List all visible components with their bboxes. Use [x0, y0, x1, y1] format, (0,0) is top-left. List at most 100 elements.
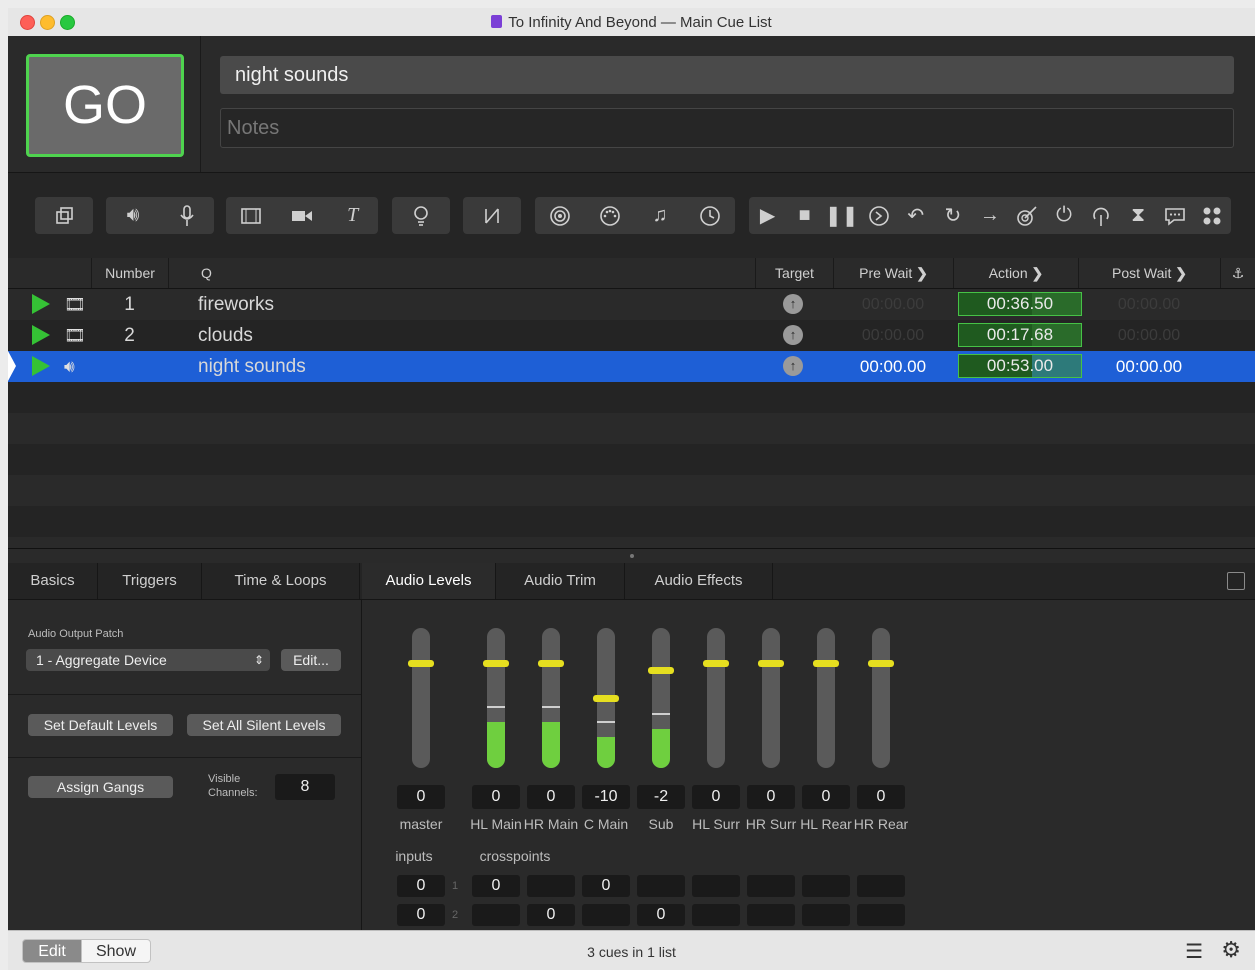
header-action[interactable]: Action ❯	[953, 258, 1078, 288]
arm-cue-icon[interactable]: ⏻	[1046, 197, 1082, 234]
level-value-field[interactable]: 0	[397, 785, 445, 809]
fader-knob[interactable]	[758, 660, 784, 667]
audio-output-patch-select[interactable]: 1 - Aggregate Device ⇕	[26, 649, 270, 671]
crosspoint-cell[interactable]: 0	[472, 875, 520, 897]
split-handle[interactable]	[630, 554, 634, 558]
fader-knob[interactable]	[813, 660, 839, 667]
tab-audio-trim[interactable]: Audio Trim	[496, 563, 625, 599]
fader-knob[interactable]	[483, 660, 509, 667]
midi-cue-icon[interactable]	[590, 197, 630, 234]
fade-cue-icon[interactable]	[540, 197, 580, 234]
camera-cue-icon[interactable]	[282, 197, 322, 234]
level-value-field[interactable]: 0	[802, 785, 850, 809]
action-time[interactable]: 00:36.50	[958, 292, 1082, 316]
visible-channels-field[interactable]: 8	[275, 774, 335, 800]
group-cue-icon[interactable]	[44, 197, 84, 234]
crosspoint-cell[interactable]	[527, 875, 575, 897]
tab-basics[interactable]: Basics	[8, 563, 98, 599]
start-cue-icon[interactable]: ▶	[750, 197, 786, 234]
level-value-field[interactable]: 0	[472, 785, 520, 809]
gear-icon[interactable]: ⚙	[1221, 937, 1241, 963]
popout-icon[interactable]	[1227, 572, 1245, 590]
crosspoint-cell[interactable]	[747, 875, 795, 897]
level-value-field[interactable]: -10	[582, 785, 630, 809]
fader-knob[interactable]	[538, 660, 564, 667]
set-all-silent-levels-button[interactable]: Set All Silent Levels	[187, 714, 341, 736]
cue-row[interactable]: 🎞︎ 2 clouds ↑ 00:00.00 00:17.68 00:00.00	[8, 320, 1255, 351]
text-cue-icon[interactable]: T	[333, 197, 373, 234]
pause-cue-icon[interactable]: ❚❚	[824, 197, 860, 234]
post-wait[interactable]: 00:00.00	[1078, 351, 1220, 382]
target-cue-icon[interactable]	[1009, 197, 1045, 234]
crosspoint-cell[interactable]	[802, 875, 850, 897]
header-q[interactable]: Q	[168, 258, 755, 288]
mic-cue-icon[interactable]	[167, 197, 207, 234]
header-target[interactable]: Target	[755, 258, 833, 288]
tab-audio-levels[interactable]: Audio Levels	[362, 563, 496, 599]
level-value-field[interactable]: 0	[857, 785, 905, 809]
crosspoint-cell[interactable]	[582, 904, 630, 926]
go-button[interactable]: GO	[26, 54, 184, 157]
header-number[interactable]: Number	[91, 258, 168, 288]
fader-track[interactable]	[762, 628, 780, 768]
crosspoint-cell[interactable]: 0	[527, 904, 575, 926]
fader-track[interactable]	[652, 628, 670, 768]
devamp-cue-icon[interactable]: ↻	[935, 197, 971, 234]
load-cue-icon[interactable]	[861, 197, 897, 234]
crosspoint-cell[interactable]	[802, 904, 850, 926]
split-divider[interactable]	[8, 548, 1255, 563]
crosspoint-cell[interactable]	[692, 904, 740, 926]
post-wait[interactable]: 00:00.00	[1078, 320, 1220, 351]
tab-audio-effects[interactable]: Audio Effects	[625, 563, 773, 599]
script-cue-icon[interactable]	[1194, 197, 1230, 234]
list-icon[interactable]: ☰	[1185, 939, 1203, 964]
crosspoint-cell[interactable]	[637, 875, 685, 897]
fader-track[interactable]	[542, 628, 560, 768]
action-time[interactable]: 00:53.00	[958, 354, 1082, 378]
wait-cue-icon[interactable]: ⧗	[1120, 197, 1156, 234]
fader-knob[interactable]	[648, 667, 674, 674]
post-wait[interactable]: 00:00.00	[1078, 289, 1220, 320]
cue-number[interactable]	[91, 351, 168, 382]
pre-wait[interactable]: 00:00.00	[833, 289, 953, 320]
notes-field[interactable]: Notes	[220, 108, 1234, 148]
target-icon[interactable]: ↑	[783, 356, 803, 376]
input-level-field[interactable]: 0	[397, 875, 445, 897]
fader-track[interactable]	[817, 628, 835, 768]
crosspoint-cell[interactable]	[747, 904, 795, 926]
fader-track[interactable]	[872, 628, 890, 768]
music-cue-icon[interactable]: ♫	[640, 197, 680, 234]
edit-patch-button[interactable]: Edit...	[281, 649, 341, 671]
timecode-cue-icon[interactable]	[690, 197, 730, 234]
anchor-icon[interactable]: ⚓︎	[1220, 258, 1255, 288]
fader-track[interactable]	[487, 628, 505, 768]
cue-name-field[interactable]: night sounds	[220, 56, 1234, 94]
fader-track[interactable]	[707, 628, 725, 768]
fader-knob[interactable]	[408, 660, 434, 667]
pre-wait[interactable]: 00:00.00	[833, 351, 953, 382]
crosspoint-cell[interactable]	[857, 904, 905, 926]
crosspoint-cell[interactable]: 0	[582, 875, 630, 897]
cue-number[interactable]: 2	[91, 320, 168, 351]
audio-cue-icon[interactable]: 🔊︎	[113, 197, 153, 234]
assign-gangs-button[interactable]: Assign Gangs	[28, 776, 173, 798]
video-cue-icon[interactable]	[231, 197, 271, 234]
header-post-wait[interactable]: Post Wait ❯	[1078, 258, 1220, 288]
crosspoint-cell[interactable]	[857, 875, 905, 897]
crosspoint-cell[interactable]	[472, 904, 520, 926]
level-value-field[interactable]: 0	[747, 785, 795, 809]
set-default-levels-button[interactable]: Set Default Levels	[28, 714, 173, 736]
tab-time-loops[interactable]: Time & Loops	[202, 563, 360, 599]
disarm-cue-icon[interactable]	[1083, 197, 1119, 234]
cue-name[interactable]: night sounds	[198, 351, 306, 382]
light-cue-icon[interactable]	[401, 197, 441, 234]
action-time[interactable]: 00:17.68	[958, 323, 1082, 347]
cue-row[interactable]: 🔊︎ night sounds ↑ 00:00.00 00:53.00 00:0…	[8, 351, 1255, 382]
target-icon[interactable]: ↑	[783, 294, 803, 314]
stop-cue-icon[interactable]: ■	[787, 197, 823, 234]
cue-list-empty-area[interactable]	[8, 382, 1255, 548]
fader-track[interactable]	[412, 628, 430, 768]
fader-knob[interactable]	[593, 695, 619, 702]
level-value-field[interactable]: -2	[637, 785, 685, 809]
cue-number[interactable]: 1	[91, 289, 168, 320]
